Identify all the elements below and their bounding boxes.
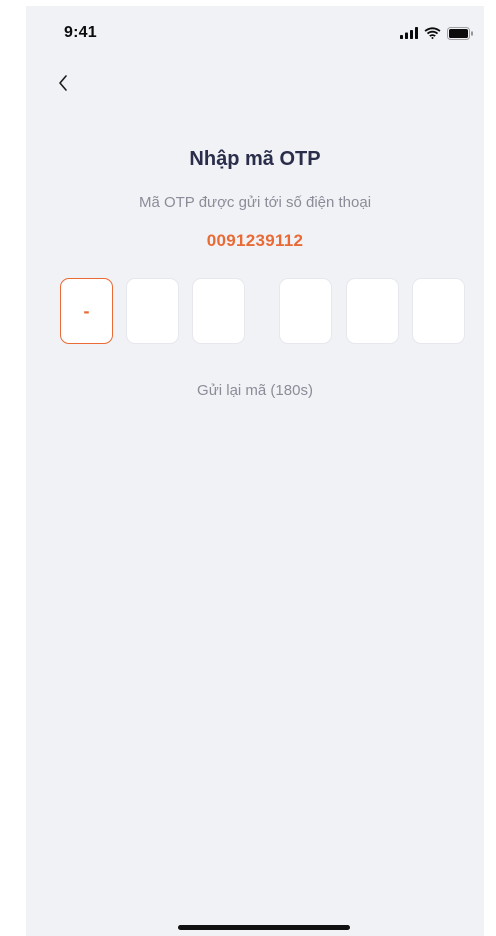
otp-digit-2[interactable] (126, 278, 179, 344)
back-button[interactable] (50, 72, 76, 98)
battery-icon (447, 26, 474, 40)
status-time: 9:41 (64, 24, 97, 41)
otp-digit-3[interactable] (192, 278, 245, 344)
page-title: Nhập mã OTP (189, 148, 321, 170)
otp-digit-4[interactable] (279, 278, 332, 344)
signal-icon (400, 27, 418, 39)
status-bar: 9:41 (26, 6, 484, 50)
otp-digit-5[interactable] (346, 278, 399, 344)
resend-code-link[interactable]: Gửi lại mã (180s) (26, 382, 484, 399)
status-icons (400, 26, 474, 40)
phone-number: 0091239112 (206, 231, 304, 250)
home-indicator (178, 925, 350, 930)
otp-screen: 9:41 Nhập mã OTP Mã OTP được gửi tới số … (26, 6, 484, 936)
otp-digit-6[interactable] (412, 278, 465, 344)
otp-input-group: - (26, 278, 484, 348)
otp-sent-message: Mã OTP được gửi tới số điện thoại (138, 194, 372, 211)
chevron-left-icon (57, 74, 69, 97)
wifi-icon (424, 27, 441, 39)
otp-digit-1[interactable]: - (60, 278, 113, 344)
